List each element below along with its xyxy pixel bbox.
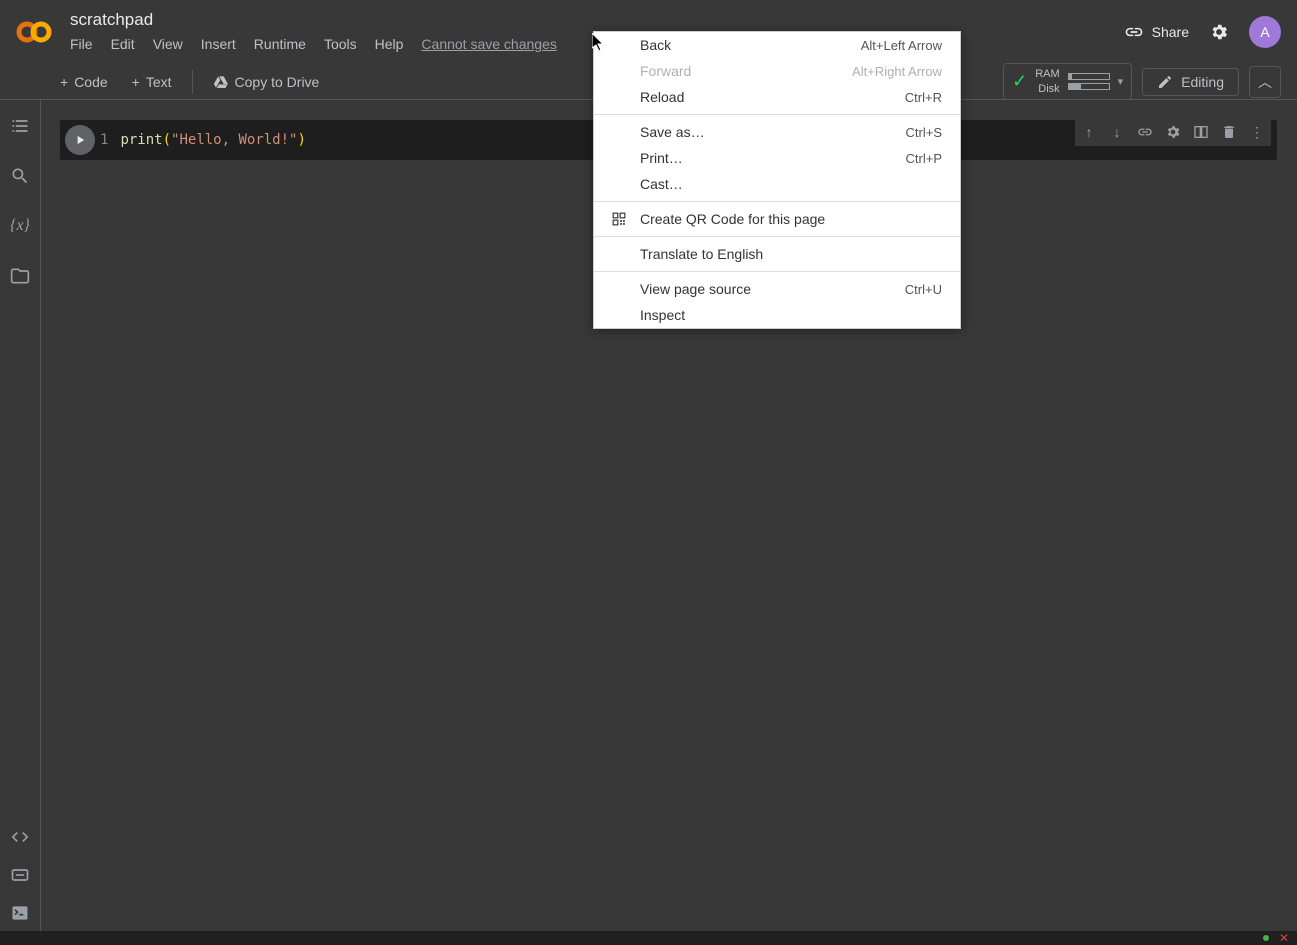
- run-cell-button[interactable]: [60, 120, 100, 160]
- move-down-button[interactable]: ↓: [1105, 120, 1129, 144]
- browser-context-menu: Back Alt+Left Arrow Forward Alt+Right Ar…: [593, 31, 961, 329]
- header-right: Share A: [1124, 16, 1281, 48]
- ctx-back[interactable]: Back Alt+Left Arrow: [594, 32, 960, 58]
- ctx-sep: [594, 201, 960, 202]
- cell-link-button[interactable]: [1133, 120, 1157, 144]
- add-text-button[interactable]: + Text: [122, 68, 182, 96]
- gear-icon: [1209, 22, 1229, 42]
- play-circle-icon: [65, 125, 95, 155]
- line-number: 1: [100, 132, 108, 148]
- more-button[interactable]: ⋮: [1245, 120, 1269, 144]
- status-dot-icon: [1263, 935, 1269, 941]
- toolbar-right: ✓ RAM Disk ▾ Editing ︿: [1003, 63, 1297, 100]
- sidebar: {x}: [0, 100, 40, 935]
- code-line: print("Hello, World!"): [120, 132, 305, 148]
- folder-icon[interactable]: [8, 264, 32, 288]
- add-code-button[interactable]: + Code: [50, 68, 118, 96]
- menu-view[interactable]: View: [145, 32, 191, 56]
- sidebar-border: [40, 100, 41, 935]
- menu-tools[interactable]: Tools: [316, 32, 365, 56]
- mirror-icon: [1193, 124, 1209, 140]
- colab-logo-icon: [16, 14, 52, 50]
- gear-icon: [1165, 124, 1181, 140]
- resource-labels: RAM Disk: [1035, 67, 1059, 96]
- chevron-down-icon: ▾: [1118, 75, 1124, 88]
- notebook-title[interactable]: scratchpad: [70, 10, 1124, 30]
- copy-drive-label: Copy to Drive: [235, 74, 320, 90]
- mirror-button[interactable]: [1189, 120, 1213, 144]
- share-button[interactable]: Share: [1124, 22, 1189, 42]
- avatar[interactable]: A: [1249, 16, 1281, 48]
- link-icon: [1124, 22, 1144, 42]
- link-icon: [1137, 124, 1153, 140]
- variables-icon[interactable]: {x}: [8, 214, 32, 238]
- cell-toolbar: ↑ ↓ ⋮: [1075, 118, 1271, 146]
- pencil-icon: [1157, 74, 1173, 90]
- arrow-up-icon: ↑: [1086, 124, 1093, 140]
- more-vert-icon: ⋮: [1250, 124, 1264, 141]
- resource-bars: [1068, 73, 1110, 90]
- code-text[interactable]: 1 print("Hello, World!"): [100, 124, 306, 156]
- cursor-icon: [592, 33, 608, 53]
- chevron-up-icon: ︿: [1258, 74, 1272, 90]
- drive-icon: [213, 74, 229, 90]
- menu-insert[interactable]: Insert: [193, 32, 244, 56]
- terminal-icon[interactable]: [8, 901, 32, 925]
- search-icon[interactable]: [8, 164, 32, 188]
- cannot-save-link[interactable]: Cannot save changes: [413, 32, 564, 56]
- menu-edit[interactable]: Edit: [103, 32, 143, 56]
- divider: [192, 70, 193, 94]
- add-code-label: Code: [74, 74, 107, 90]
- editing-button[interactable]: Editing: [1142, 68, 1239, 96]
- ctx-sep: [594, 236, 960, 237]
- toc-icon[interactable]: [8, 114, 32, 138]
- ctx-save-as[interactable]: Save as… Ctrl+S: [594, 119, 960, 145]
- ctx-inspect[interactable]: Inspect: [594, 302, 960, 328]
- status-close-button[interactable]: ✕: [1279, 931, 1289, 945]
- ctx-sep: [594, 114, 960, 115]
- settings-button[interactable]: [1207, 20, 1231, 44]
- menu-help[interactable]: Help: [367, 32, 412, 56]
- collapse-button[interactable]: ︿: [1249, 66, 1281, 98]
- disk-bar: [1068, 83, 1110, 90]
- add-text-label: Text: [146, 74, 172, 90]
- bottom-status-bar: ✕: [0, 931, 1297, 945]
- command-palette-icon[interactable]: [8, 863, 32, 887]
- disk-label: Disk: [1035, 82, 1059, 96]
- share-label: Share: [1152, 24, 1189, 40]
- delete-cell-button[interactable]: [1217, 120, 1241, 144]
- trash-icon: [1221, 124, 1237, 140]
- arrow-down-icon: ↓: [1114, 124, 1121, 140]
- ctx-reload[interactable]: Reload Ctrl+R: [594, 84, 960, 110]
- qr-icon: [612, 212, 632, 226]
- plus-icon: +: [60, 74, 68, 90]
- copy-to-drive-button[interactable]: Copy to Drive: [203, 68, 330, 96]
- menu-file[interactable]: File: [70, 32, 101, 56]
- cell-settings-button[interactable]: [1161, 120, 1185, 144]
- ram-label: RAM: [1035, 67, 1059, 81]
- ctx-qr[interactable]: Create QR Code for this page: [594, 206, 960, 232]
- plus-icon: +: [132, 74, 140, 90]
- menu-runtime[interactable]: Runtime: [246, 32, 314, 56]
- editing-label: Editing: [1181, 74, 1224, 90]
- check-icon: ✓: [1012, 71, 1027, 92]
- code-snippet-icon[interactable]: [8, 825, 32, 849]
- ram-bar: [1068, 73, 1110, 80]
- ctx-view-source[interactable]: View page source Ctrl+U: [594, 276, 960, 302]
- ctx-sep: [594, 271, 960, 272]
- move-up-button[interactable]: ↑: [1077, 120, 1101, 144]
- ctx-cast[interactable]: Cast…: [594, 171, 960, 197]
- resource-status[interactable]: ✓ RAM Disk ▾: [1003, 63, 1132, 100]
- ctx-translate[interactable]: Translate to English: [594, 241, 960, 267]
- avatar-letter: A: [1260, 24, 1269, 40]
- ctx-print[interactable]: Print… Ctrl+P: [594, 145, 960, 171]
- ctx-forward: Forward Alt+Right Arrow: [594, 58, 960, 84]
